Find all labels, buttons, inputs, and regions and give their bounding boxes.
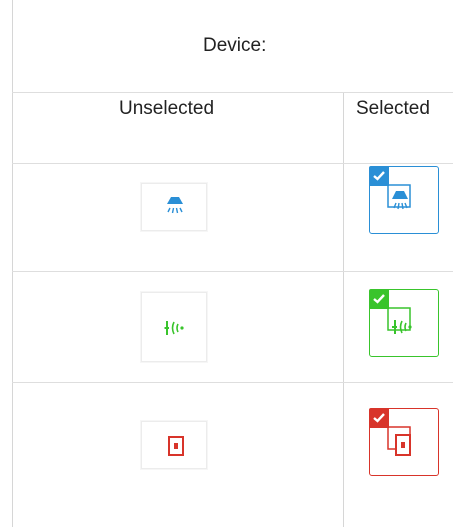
- light-icon: [387, 184, 411, 210]
- outlet-icon: [168, 436, 184, 456]
- sensor-icon: [164, 321, 184, 335]
- device-tile-light-unselected[interactable]: [141, 183, 207, 231]
- row-divider: [12, 271, 453, 272]
- outlet-icon: [387, 426, 411, 456]
- row-divider: [12, 92, 453, 93]
- device-tile-sensor-unselected[interactable]: [141, 292, 207, 362]
- column-header-selected: Selected: [356, 98, 430, 119]
- device-table: Device: Unselected Selected: [0, 0, 453, 527]
- device-tile-sensor-selected[interactable]: [369, 289, 439, 357]
- device-tile-outlet-unselected[interactable]: [141, 421, 207, 469]
- device-tile-outlet-selected[interactable]: [369, 408, 439, 476]
- table-border-left: [12, 0, 13, 527]
- column-header-unselected: Unselected: [119, 98, 215, 119]
- device-tile-light-selected[interactable]: [369, 166, 439, 234]
- row-divider: [12, 382, 453, 383]
- row-divider: [12, 163, 453, 164]
- light-icon: [167, 197, 183, 214]
- sensor-icon: [387, 307, 412, 334]
- column-divider: [343, 92, 344, 527]
- header-title: Device:: [203, 35, 267, 56]
